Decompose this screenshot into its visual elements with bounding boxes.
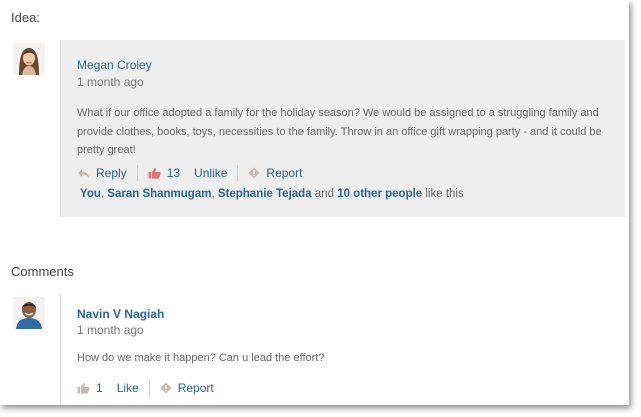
reply-label: Reply	[96, 166, 127, 180]
commenter-name-link[interactable]: Navin V Nagiah	[77, 307, 164, 321]
divider	[237, 165, 239, 181]
liker-you[interactable]: You	[80, 188, 101, 200]
reply-icon	[78, 168, 89, 178]
liker-separator: ,	[211, 188, 215, 200]
idea-card: Megan Croley 1 month ago What if our off…	[60, 40, 625, 217]
thumbs-up-icon	[77, 383, 90, 394]
comment-like-button[interactable]: Like	[117, 381, 139, 395]
idea-actions: Reply 13 Unlike Report	[77, 163, 302, 183]
like-count[interactable]: 13	[148, 166, 194, 180]
liker-stephanie[interactable]: Stephanie Tejada	[218, 188, 312, 200]
author-name-link[interactable]: Megan Croley	[77, 58, 152, 72]
comment-actions: 1 Like Report	[77, 378, 214, 398]
comment-report-label: Report	[177, 381, 214, 395]
unlike-button[interactable]: Unlike	[194, 166, 227, 180]
idea-section-title: Idea:	[11, 10, 40, 25]
idea-page: Idea: Megan Croley 1 month ago What if o…	[0, 0, 629, 405]
report-icon	[248, 167, 260, 179]
idea-text: What if our office adopted a family for …	[77, 107, 602, 156]
idea-timestamp: 1 month ago	[77, 75, 144, 89]
divider	[136, 165, 138, 181]
comment-like-label: Like	[116, 381, 139, 395]
thumbs-up-icon	[148, 168, 161, 179]
liker-separator: ,	[100, 188, 105, 200]
comment-card: Navin V Nagiah 1 month ago How do we mak…	[60, 294, 625, 405]
unlike-label: Unlike	[194, 166, 228, 180]
report-label: Report	[266, 166, 303, 180]
likers-summary: You, Saran Shanmugam, Stephanie Tejada a…	[80, 188, 464, 200]
report-icon	[160, 382, 172, 394]
comment-timestamp: 1 month ago	[77, 323, 144, 337]
comment-report-button[interactable]: Report	[160, 381, 214, 395]
divider	[148, 380, 150, 396]
report-button[interactable]: Report	[248, 166, 302, 180]
author-avatar[interactable]	[13, 43, 45, 75]
likers-suffix: like this	[425, 188, 464, 200]
likers-and: and	[314, 188, 334, 200]
reply-button[interactable]: Reply	[77, 166, 127, 180]
commenter-avatar[interactable]	[13, 297, 45, 329]
like-count-value: 13	[166, 166, 181, 180]
comment-like-count-value: 1	[96, 381, 103, 395]
other-likers-link[interactable]: 10 other people	[337, 188, 422, 200]
comments-section-title: Comments	[11, 264, 74, 279]
liker-saran[interactable]: Saran Shanmugam	[107, 188, 211, 200]
comment-like-count[interactable]: 1	[77, 381, 117, 395]
comment-text: How do we make it happen? Can u lead the…	[77, 352, 325, 364]
